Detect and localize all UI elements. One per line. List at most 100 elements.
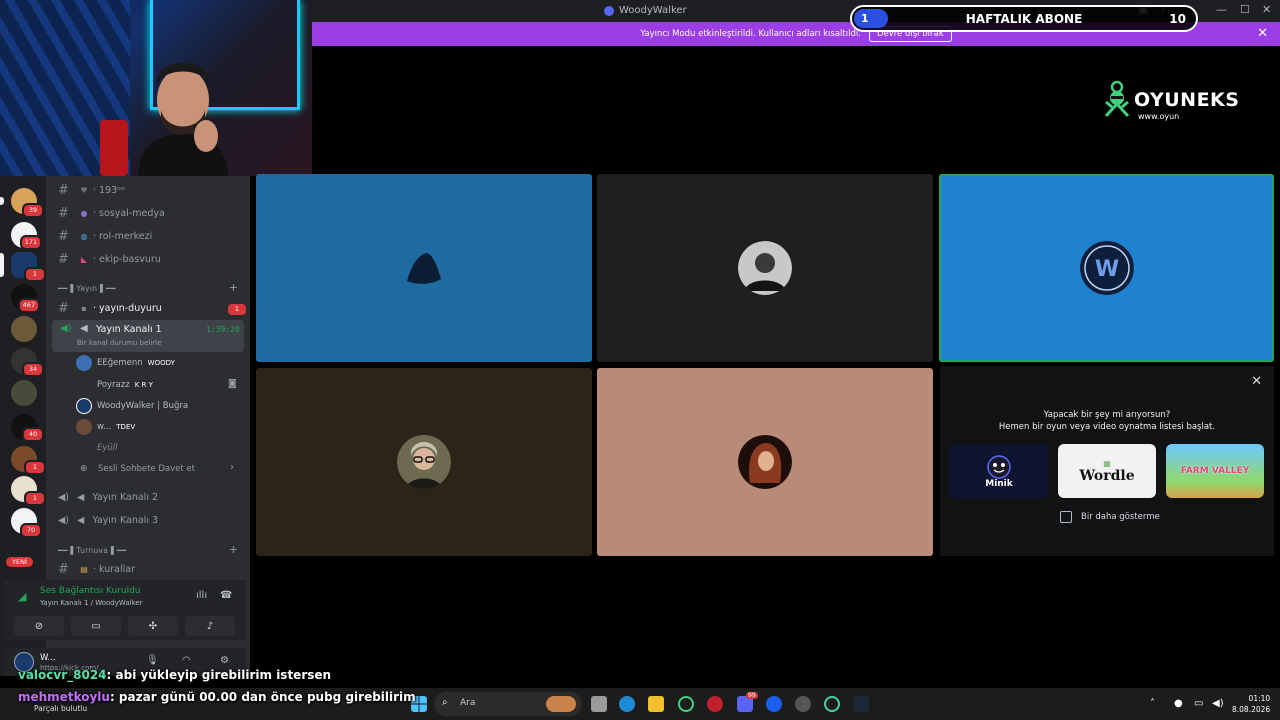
channel-dot: · <box>93 184 97 196</box>
voice-channel-3[interactable]: ◀) ◀ Yayın Kanalı 3 <box>58 510 158 530</box>
edge-browser-icon[interactable] <box>619 696 635 712</box>
noise-suppression-icon[interactable]: ıllı <box>196 590 207 601</box>
search-placeholder: Ara <box>460 698 476 708</box>
video-tile-speaking[interactable]: W <box>939 174 1274 362</box>
channel-yayin-duyuru[interactable]: # ▪ · yayın-duyuru <box>46 298 250 318</box>
activity-close-icon[interactable]: ✕ <box>1251 374 1262 389</box>
chat-text: : pazar günü 00.00 dan önce pubg girebil… <box>109 690 416 704</box>
new-servers-badge[interactable]: YENİ <box>6 557 33 567</box>
tray-mic-icon[interactable]: ● <box>1174 698 1183 709</box>
avatar <box>738 435 792 489</box>
heart-icon: ♥ <box>80 185 88 195</box>
voice-channel-2[interactable]: ◀) ◀ Yayın Kanalı 2 <box>58 487 158 507</box>
weather-text[interactable]: Parçalı bulutlu <box>34 704 87 713</box>
member-name: EEĝemenn <box>97 358 143 368</box>
clock-time: 01:10 <box>1248 694 1271 703</box>
voice-status-text[interactable]: Bir kanal durumu belirle <box>77 339 161 347</box>
activity-card-farm-valley[interactable]: FARM VALLEY <box>1166 444 1264 498</box>
video-tile[interactable] <box>597 368 933 556</box>
voice-connection-location[interactable]: Yayın Kanalı 1 / WoodyWalker <box>40 599 143 607</box>
dont-show-again-checkbox[interactable] <box>1060 511 1072 523</box>
brand-logo: OYUNEKS www.oyun <box>1102 78 1242 126</box>
chat-message: mehmetkoylu: pazar günü 00.00 dan önce p… <box>18 690 416 704</box>
tray-volume-icon[interactable]: ◀) <box>1212 698 1224 709</box>
window-title: WoodyWalker <box>619 5 687 16</box>
close-window-icon[interactable]: ✕ <box>1262 3 1271 16</box>
voice-connection-status[interactable]: Ses Bağlantısı Kuruldu <box>40 586 140 596</box>
app-red-icon[interactable] <box>707 696 723 712</box>
steam-icon[interactable] <box>853 696 869 712</box>
add-channel-icon[interactable]: + <box>229 281 238 294</box>
tray-chevron-icon[interactable]: ˄ <box>1150 698 1155 709</box>
channel-name: ekip-basvuru <box>99 253 161 265</box>
invite-voice-link[interactable]: Sesli Sohbete Davet et <box>98 464 195 474</box>
add-channel-icon[interactable]: + <box>229 543 238 556</box>
server-unread-pill <box>0 197 4 205</box>
app-gear-icon[interactable] <box>795 696 811 712</box>
banner-close-icon[interactable]: ✕ <box>1257 26 1268 41</box>
voice-member[interactable]: WoodyWalker | Buğra <box>76 397 188 415</box>
ea-app-icon[interactable] <box>766 696 782 712</box>
channel-rol-merkezi[interactable]: # ◍ · rol-merkezi <box>46 226 250 246</box>
server-icon-7[interactable] <box>11 380 37 406</box>
member-tag: K R Y <box>134 381 153 389</box>
screen-share-button[interactable]: ▭ <box>71 616 121 636</box>
server-badge-2: 171 <box>20 235 42 250</box>
channel-dot: · <box>93 302 97 314</box>
server-badge-11: 70 <box>20 523 42 538</box>
voice-member[interactable]: w... TDEV <box>76 418 135 436</box>
activity-card-wordle[interactable]: ▦ Wordle <box>1058 444 1156 498</box>
wordle-grid-icon: ▦ <box>1103 458 1111 468</box>
activity-card-label: Wordle <box>1079 467 1135 484</box>
voice-channel-name: Yayın Kanalı 2 <box>92 491 159 503</box>
taskbar-clock[interactable]: 01:10 8.08.2026 <box>1232 693 1270 715</box>
server-badge-10: 1 <box>24 491 46 506</box>
task-view-icon[interactable] <box>591 696 607 712</box>
settings-gear-icon[interactable]: ⚙ <box>220 655 229 666</box>
webcam-overlay <box>0 0 312 176</box>
search-icon: ⌕ <box>442 697 448 708</box>
video-tile[interactable] <box>256 368 592 556</box>
voice-member[interactable]: Poyrazz K R Y <box>76 376 153 394</box>
microphone-icon[interactable]: 🎙 <box>146 655 159 666</box>
headphones-icon[interactable]: ◠ <box>182 655 191 666</box>
voice-member[interactable]: EEĝemenn WOODY <box>76 354 175 372</box>
webcam-microphone <box>100 120 128 176</box>
disconnect-icon[interactable]: ☎ <box>220 590 232 601</box>
chat-text: : abi yükleyip girebilirim istersen <box>106 668 332 682</box>
avatar <box>397 435 451 489</box>
file-explorer-icon[interactable] <box>648 696 664 712</box>
svg-text:W: W <box>1094 257 1118 282</box>
voice-member[interactable]: Eyüll <box>76 439 118 457</box>
channel-193[interactable]: # ♥ · 193ᵒᵒ <box>46 180 250 200</box>
chevron-right-icon: › <box>230 462 234 473</box>
activity-card-minik[interactable]: Minik <box>950 444 1048 498</box>
avatar <box>76 355 92 371</box>
channel-ekip-basvuru[interactable]: # ◣ · ekip-basvuru <box>46 249 250 269</box>
category-turnuva[interactable]: ━━ ▌Turnuva ▌━━ <box>58 546 127 555</box>
brand-mascot-icon <box>1104 80 1130 118</box>
channel-dot: · <box>93 230 97 242</box>
tray-display-icon[interactable]: ▭ <box>1194 698 1203 709</box>
channel-sosyal-medya[interactable]: # ● · sosyal-medya <box>46 203 250 223</box>
camera-off-icon: ⊘ <box>34 620 44 632</box>
taskbar-search-input[interactable]: ⌕ Ara <box>434 692 582 716</box>
server-icon-5[interactable] <box>11 316 37 342</box>
subscriber-goal-target: 10 <box>1169 12 1186 26</box>
activity-card-label: FARM VALLEY <box>1180 466 1250 476</box>
voice-connected-icon: ◀) <box>60 323 72 334</box>
activity-card-label: Minik <box>985 479 1013 489</box>
app-u-icon[interactable] <box>678 696 694 712</box>
subscriber-goal-bar: 1 HAFTALIK ABONE 10 <box>850 5 1198 32</box>
app-ring-icon[interactable] <box>824 696 840 712</box>
minimize-icon[interactable]: — <box>1216 3 1227 16</box>
video-tile[interactable] <box>597 174 933 362</box>
maximize-icon[interactable]: ☐ <box>1240 3 1250 16</box>
avatar <box>76 377 92 393</box>
activities-button[interactable]: ✣ <box>128 616 178 636</box>
camera-off-button[interactable]: ⊘ <box>14 616 64 636</box>
category-yayin[interactable]: ━━ ▌Yayın ▌━━ <box>58 284 116 293</box>
soundboard-button[interactable]: ♪ <box>185 616 235 636</box>
video-tile[interactable] <box>256 174 592 362</box>
channel-kurallar[interactable]: # ▤ · kurallar <box>46 559 250 579</box>
